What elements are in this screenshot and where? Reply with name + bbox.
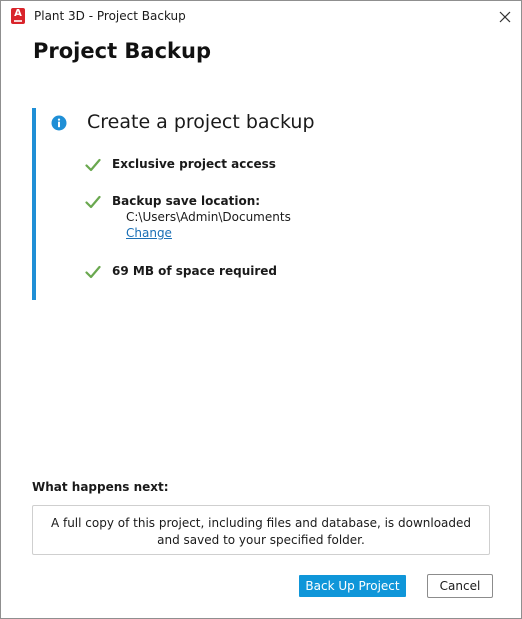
step-exclusive-access: Exclusive project access [112, 157, 276, 171]
close-icon [499, 11, 511, 23]
cancel-button[interactable]: Cancel [427, 574, 493, 598]
app-icon: A [11, 8, 25, 24]
step-save-location: Backup save location: [112, 194, 261, 208]
change-location-link[interactable]: Change [126, 226, 172, 241]
what-happens-next-heading: What happens next: [32, 480, 169, 494]
check-icon [85, 265, 101, 279]
info-icon [51, 115, 67, 131]
step-space-required: 69 MB of space required [112, 264, 277, 278]
page-title: Project Backup [33, 39, 211, 63]
what-happens-next-text: A full copy of this project, including f… [50, 516, 472, 547]
title-bar: A Plant 3D - Project Backup [1, 1, 521, 32]
accent-bar [32, 108, 36, 300]
back-up-project-button[interactable]: Back Up Project [299, 575, 406, 597]
window-title: Plant 3D - Project Backup [34, 9, 186, 23]
check-icon [85, 195, 101, 209]
check-icon [85, 158, 101, 172]
panel-heading: Create a project backup [87, 111, 315, 133]
what-happens-next-box: A full copy of this project, including f… [32, 505, 490, 555]
save-location-path: C:\Users\Admin\Documents [126, 210, 291, 224]
close-button[interactable] [495, 7, 515, 27]
dialog-window: A Plant 3D - Project Backup Project Back… [0, 0, 522, 619]
backup-steps-panel: Create a project backup Exclusive projec… [32, 108, 472, 300]
